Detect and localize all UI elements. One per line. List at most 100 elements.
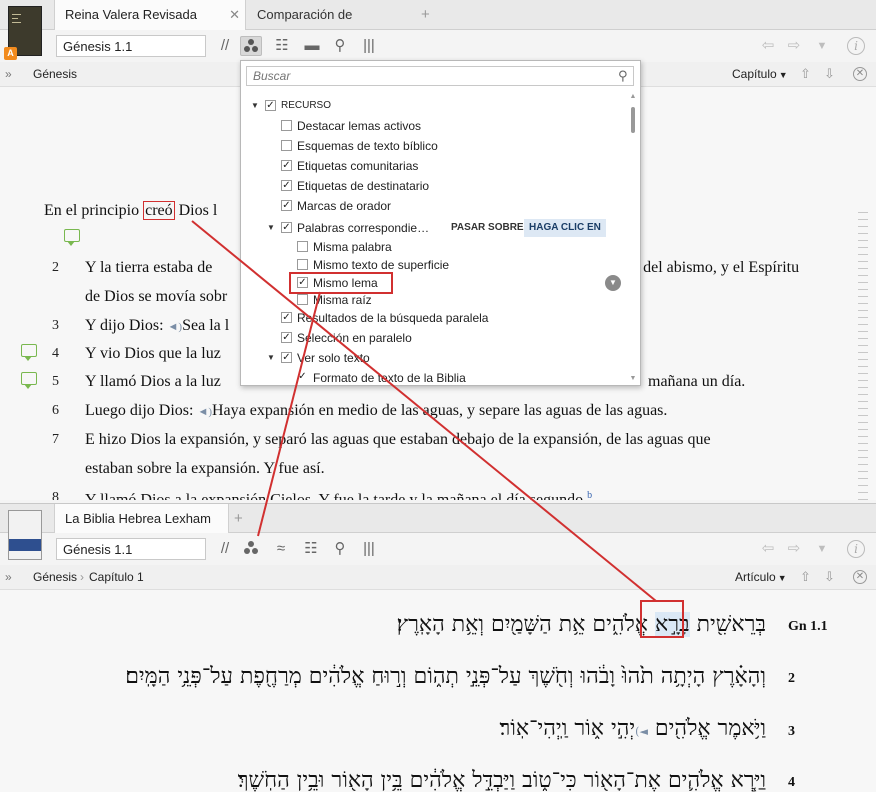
collapse-triangle-icon[interactable]: ▼ [251, 97, 259, 115]
interlinear-icon[interactable]: ≈ [270, 539, 292, 559]
visual-filters-icon[interactable] [240, 539, 262, 559]
verse-line-2[interactable]: Y la tierra estaba de [85, 258, 212, 278]
verse-line-6[interactable]: Luego dijo Dios: ◄)Haya expansión en med… [85, 401, 667, 422]
checkbox-seleccion-paralelo[interactable]: ✓ [281, 332, 292, 343]
visual-filters-icon[interactable] [240, 36, 262, 56]
hebrew-verse-2[interactable]: וְהָאָ֗רֶץ הָיְתָ֥ה תֹ֙הוּ֙ וָבֹ֔הוּ וְח… [125, 663, 766, 689]
close-panel-icon[interactable]: ✕ [853, 570, 867, 584]
note-icon[interactable] [21, 372, 37, 389]
verse-line-2-right[interactable]: z del abismo, y el Espíritu [632, 258, 799, 278]
mode-hover-button[interactable]: PASAR SOBRE [446, 219, 529, 237]
verse-line-8[interactable]: Y llamó Dios a la expansión Cielos. Y fu… [85, 486, 592, 500]
verse-number[interactable]: 7 [52, 432, 59, 448]
breadcrumb-chapter[interactable]: Capítulo 1 [89, 570, 144, 584]
checkbox-resultados-busqueda[interactable]: ✓ [281, 312, 292, 323]
verse-number[interactable]: 3 [52, 318, 59, 334]
verse-number[interactable]: 8 [52, 490, 59, 500]
speaker-marker-icon[interactable]: ◄) [168, 321, 183, 333]
checkbox-mismo-texto-superficie[interactable] [297, 259, 308, 270]
info-icon[interactable]: i [847, 37, 865, 55]
verse-number[interactable]: 4 [52, 346, 59, 362]
popup-scrollbar[interactable]: ▲ ▼ [628, 93, 638, 383]
close-tab-icon[interactable]: ✕ [229, 0, 240, 30]
hebrew-text-area[interactable]: Gn 1.1 בְּרֵאשִׁ֖ית בָּרָ֣א אֱלֹהִ֑ים אֵ… [0, 591, 876, 792]
collapse-triangle-icon[interactable]: ▼ [267, 349, 275, 367]
checkbox-etiquetas-destinatario[interactable]: ✓ [281, 180, 292, 191]
speaker-marker-icon[interactable]: ◄) [197, 406, 212, 418]
checkbox-palabras-correspondientes[interactable]: ✓ [281, 222, 292, 233]
search-icon[interactable]: ⚲ [329, 539, 351, 559]
checkbox-misma-palabra[interactable] [297, 241, 308, 252]
filter-search-input[interactable] [246, 66, 634, 86]
search-icon[interactable]: ⚲ [618, 68, 628, 84]
scroll-up-icon[interactable]: ▲ [628, 93, 638, 100]
checkbox-esquemas[interactable] [281, 140, 292, 151]
display-settings-icon[interactable]: ▬ [301, 36, 323, 56]
checkbox-marcas-orador[interactable]: ✓ [281, 200, 292, 211]
checkbox-ver-solo-texto[interactable]: ✓ [281, 352, 292, 363]
forward-arrow-icon[interactable]: ⇨ [784, 539, 804, 559]
hebrew-verse-4[interactable]: וַיַּ֧רְא אֱלֹהִ֛ים אֶת־הָא֖וֹר כִּי־ט֑ו… [238, 767, 766, 792]
verse-line-3[interactable]: Y dijo Dios: ◄)Sea la l [85, 316, 229, 337]
verse-reference[interactable]: Gn 1.1 [788, 619, 828, 635]
expand-chevron-icon[interactable]: » [5, 570, 12, 584]
note-icon[interactable] [64, 229, 80, 246]
verse-line-5[interactable]: Y llamó Dios a la luz [85, 372, 221, 392]
reference-input[interactable] [56, 35, 206, 57]
inline-list-icon[interactable]: ☷ [300, 539, 322, 559]
verse-number[interactable]: 6 [52, 403, 59, 419]
parallel-link-icon[interactable]: // [214, 36, 236, 56]
verse-number[interactable]: 3 [788, 724, 795, 740]
info-icon[interactable]: i [847, 540, 865, 558]
inline-list-icon[interactable]: ☷ [271, 36, 293, 56]
previous-unit-icon[interactable]: ⇧ [800, 569, 811, 585]
hebrew-verse-3[interactable]: וַיֹּ֥אמֶר אֱלֹהִ֖ים ◄)יְהִ֣י א֑וֹר וַֽי… [499, 715, 766, 741]
close-panel-icon[interactable]: ✕ [853, 67, 867, 81]
expand-chevron-icon[interactable]: » [5, 67, 12, 81]
verse-line-5-right[interactable]: mañana un día. [648, 372, 745, 392]
columns-icon[interactable]: ||| [358, 539, 380, 559]
columns-icon[interactable]: ||| [358, 36, 380, 56]
forward-arrow-icon[interactable]: ⇨ [784, 36, 804, 56]
scroll-down-circle-icon[interactable]: ▼ [605, 275, 621, 291]
next-unit-icon[interactable]: ⇩ [824, 66, 835, 82]
back-arrow-icon[interactable]: ⇦ [758, 36, 778, 56]
breadcrumb-book[interactable]: Génesis [33, 570, 77, 584]
add-tab-icon[interactable]: + [421, 0, 430, 30]
unit-selector[interactable]: Artículo ▼ [735, 570, 787, 584]
verse-number[interactable]: 5 [52, 374, 59, 390]
tab-biblia-hebrea[interactable]: La Biblia Hebrea Lexham [54, 504, 229, 533]
selected-word[interactable]: creó [143, 201, 175, 220]
verse-line-4[interactable]: Y vio Dios que la luz [85, 344, 221, 364]
mode-click-button[interactable]: HAGA CLIC EN [524, 219, 606, 237]
history-dropdown-icon[interactable]: ▼ [812, 539, 832, 559]
resource-cover-image[interactable] [8, 510, 42, 560]
history-dropdown-icon[interactable]: ▼ [812, 36, 832, 56]
checkbox-formato-texto[interactable]: ✓ [297, 372, 308, 383]
collapse-triangle-icon[interactable]: ▼ [267, 219, 275, 237]
back-arrow-icon[interactable]: ⇦ [758, 539, 778, 559]
verse-line-2b[interactable]: de Dios se movía sobr [85, 287, 227, 307]
hebrew-verse-1[interactable]: בְּרֵאשִׁ֖ית בָּרָ֣א אֱלֹהִ֑ים אֵ֥ת הַשָ… [397, 611, 766, 637]
verse-line-7[interactable]: E hizo Dios la expansión, y separó las a… [85, 430, 711, 450]
previous-unit-icon[interactable]: ⇧ [800, 66, 811, 82]
verse-line-7b[interactable]: estaban sobre la expansión. Y fue así. [85, 459, 325, 479]
scroll-thumb[interactable] [631, 107, 635, 133]
scroll-indicator[interactable] [858, 212, 868, 500]
reference-input[interactable] [56, 538, 206, 560]
speaker-marker-icon[interactable]: ◄) [635, 725, 648, 738]
verse-line-1[interactable]: En el principio creó Dios l [44, 201, 217, 221]
tab-comparacion[interactable]: Comparación de versiones [247, 0, 417, 52]
parallel-link-icon[interactable]: // [214, 539, 236, 559]
checkbox-recurso[interactable]: ✓ [265, 100, 276, 111]
checkbox-misma-raiz[interactable] [297, 294, 308, 305]
add-tab-icon[interactable]: + [234, 504, 243, 533]
verse-number[interactable]: 2 [52, 260, 59, 276]
note-icon[interactable] [21, 344, 37, 361]
unit-selector[interactable]: Capítulo ▼ [732, 67, 788, 81]
checkbox-destacar-lemas[interactable] [281, 120, 292, 131]
footnote-marker[interactable]: b [587, 490, 592, 500]
search-icon[interactable]: ⚲ [329, 36, 351, 56]
checkbox-etiquetas-comunitarias[interactable]: ✓ [281, 160, 292, 171]
scroll-down-icon[interactable]: ▼ [628, 375, 638, 382]
